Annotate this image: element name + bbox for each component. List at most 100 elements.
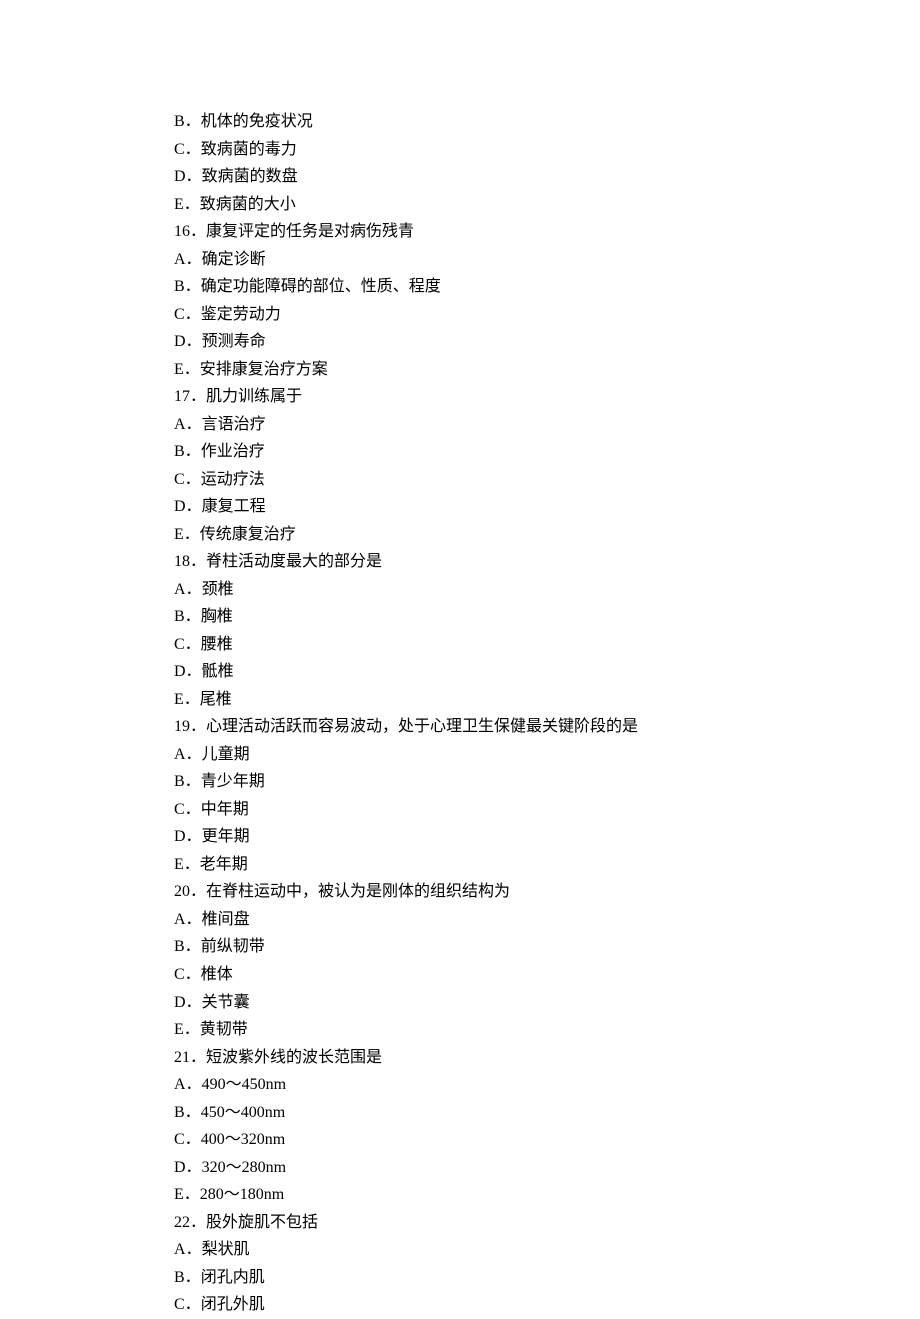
text-line: D．320～280nm — [174, 1154, 920, 1182]
line-label: D． — [174, 1159, 202, 1176]
line-label: 16． — [174, 223, 206, 240]
line-text: 更年期 — [202, 828, 250, 845]
line-label: C． — [174, 306, 201, 323]
line-text: 颈椎 — [202, 581, 234, 598]
text-line: B．机体的免疫状况 — [174, 108, 920, 136]
line-label: 22． — [174, 1214, 206, 1231]
text-line: D．关节囊 — [174, 989, 920, 1017]
line-label: C． — [174, 141, 201, 158]
line-text: 致病菌的大小 — [200, 196, 296, 213]
line-label: D． — [174, 994, 202, 1011]
text-line: C．中年期 — [174, 796, 920, 824]
line-label: A． — [174, 1076, 202, 1093]
line-text: 中年期 — [201, 801, 249, 818]
line-label: E． — [174, 691, 200, 708]
line-text: 尾椎 — [200, 691, 232, 708]
line-label: E． — [174, 856, 200, 873]
line-label: E． — [174, 196, 200, 213]
text-line: C．致病菌的毒力 — [174, 136, 920, 164]
line-label: C． — [174, 471, 201, 488]
line-label: B． — [174, 938, 201, 955]
line-label: D． — [174, 168, 202, 185]
line-label: B． — [174, 608, 201, 625]
line-text: 预测寿命 — [202, 333, 266, 350]
line-label: B． — [174, 443, 201, 460]
line-text: 心理活动活跃而容易波动，处于心理卫生保健最关键阶段的是 — [206, 718, 638, 735]
text-line: B．前纵韧带 — [174, 933, 920, 961]
line-text: 椎体 — [201, 966, 233, 983]
text-line: A．椎间盘 — [174, 906, 920, 934]
line-label: A． — [174, 251, 202, 268]
text-line: B．作业治疗 — [174, 438, 920, 466]
line-text: 脊柱活动度最大的部分是 — [206, 553, 382, 570]
line-text: 280～180nm — [200, 1186, 284, 1203]
line-text: 确定功能障碍的部位、性质、程度 — [201, 278, 441, 295]
text-line: D．更年期 — [174, 823, 920, 851]
text-line: A．言语治疗 — [174, 411, 920, 439]
line-text: 短波紫外线的波长范围是 — [206, 1049, 382, 1066]
line-label: A． — [174, 911, 202, 928]
line-text: 400～320nm — [201, 1131, 285, 1148]
line-label: E． — [174, 1021, 200, 1038]
text-line: D．骶椎 — [174, 658, 920, 686]
line-text: 致病菌的毒力 — [201, 141, 297, 158]
line-label: 21． — [174, 1049, 206, 1066]
line-text: 作业治疗 — [201, 443, 265, 460]
line-text: 前纵韧带 — [201, 938, 265, 955]
text-line: E．尾椎 — [174, 686, 920, 714]
text-line: A．梨状肌 — [174, 1236, 920, 1264]
text-line: A．确定诊断 — [174, 246, 920, 274]
line-label: B． — [174, 773, 201, 790]
text-line: E．280～180nm — [174, 1181, 920, 1209]
line-text: 肌力训练属于 — [206, 388, 302, 405]
line-label: D． — [174, 498, 202, 515]
line-label: D． — [174, 333, 202, 350]
line-text: 鉴定劳动力 — [201, 306, 281, 323]
line-text: 安排康复治疗方案 — [200, 361, 328, 378]
text-line: C．400～320nm — [174, 1126, 920, 1154]
text-line: E．安排康复治疗方案 — [174, 356, 920, 384]
line-label: 19． — [174, 718, 206, 735]
line-text: 言语治疗 — [202, 416, 266, 433]
line-text: 490～450nm — [202, 1076, 286, 1093]
text-line: 17．肌力训练属于 — [174, 383, 920, 411]
line-text: 320～280nm — [202, 1159, 286, 1176]
text-line: 18．脊柱活动度最大的部分是 — [174, 548, 920, 576]
line-text: 老年期 — [200, 856, 248, 873]
line-text: 椎间盘 — [202, 911, 250, 928]
text-line: C．闭孔外肌 — [174, 1291, 920, 1319]
line-label: C． — [174, 1296, 201, 1313]
line-label: E． — [174, 526, 200, 543]
text-line: A．490～450nm — [174, 1071, 920, 1099]
line-text: 股外旋肌不包括 — [206, 1214, 318, 1231]
line-text: 骶椎 — [202, 663, 234, 680]
text-line: A．儿童期 — [174, 741, 920, 769]
line-label: E． — [174, 361, 200, 378]
line-text: 致病菌的数盘 — [202, 168, 298, 185]
line-label: B． — [174, 278, 201, 295]
text-line: B．胸椎 — [174, 603, 920, 631]
line-label: 20． — [174, 883, 206, 900]
text-line: B．闭孔内肌 — [174, 1264, 920, 1292]
text-line: A．颈椎 — [174, 576, 920, 604]
text-line: C．鉴定劳动力 — [174, 301, 920, 329]
line-label: A． — [174, 746, 202, 763]
line-label: B． — [174, 1269, 201, 1286]
line-label: C． — [174, 1131, 201, 1148]
text-line: 16．康复评定的任务是对病伤残青 — [174, 218, 920, 246]
text-line: E．传统康复治疗 — [174, 521, 920, 549]
line-label: C． — [174, 636, 201, 653]
text-line: B．确定功能障碍的部位、性质、程度 — [174, 273, 920, 301]
line-text: 康复工程 — [202, 498, 266, 515]
line-label: E． — [174, 1186, 200, 1203]
text-line: E．老年期 — [174, 851, 920, 879]
line-text: 梨状肌 — [202, 1241, 250, 1258]
line-text: 闭孔外肌 — [201, 1296, 265, 1313]
document-body: B．机体的免疫状况C．致病菌的毒力D．致病菌的数盘E．致病菌的大小16．康复评定… — [174, 108, 920, 1319]
text-line: C．椎体 — [174, 961, 920, 989]
text-line: D．康复工程 — [174, 493, 920, 521]
line-text: 在脊柱运动中，被认为是刚体的组织结构为 — [206, 883, 510, 900]
text-line: 19．心理活动活跃而容易波动，处于心理卫生保健最关键阶段的是 — [174, 713, 920, 741]
line-label: 17． — [174, 388, 206, 405]
line-text: 腰椎 — [201, 636, 233, 653]
